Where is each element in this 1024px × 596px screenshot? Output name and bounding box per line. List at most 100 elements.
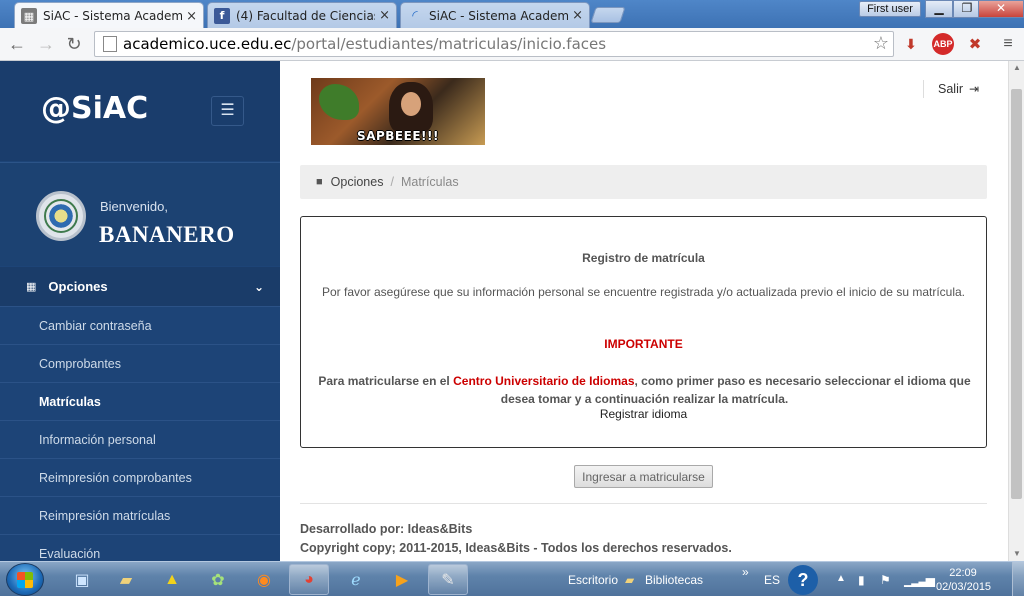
download-extension-icon[interactable]: ⬇	[900, 33, 922, 55]
desktop-toolbar-label[interactable]: Escritorio	[568, 573, 618, 587]
help-icon[interactable]: ?	[788, 565, 818, 595]
sidebar-item-label: Evaluación	[39, 546, 101, 561]
tab-facebook[interactable]: f (4) Facultad de Ciencias Pol ×	[207, 2, 397, 28]
reload-icon[interactable]: ↻	[63, 33, 85, 55]
sidebar-item-comprobantes[interactable]: Comprobantes	[0, 345, 280, 383]
network-app-icon[interactable]: ▣	[62, 564, 102, 595]
register-language-link[interactable]: Registrar idioma	[301, 407, 986, 421]
breadcrumb: ■ Opciones / Matrículas	[300, 165, 987, 199]
tray-flag-icon[interactable]: ⚑	[880, 573, 891, 587]
extension-icon[interactable]: ✖	[964, 33, 986, 55]
page-icon	[103, 36, 117, 52]
username: BANANERO	[99, 222, 235, 247]
user-panel: Bienvenido, BANANERO	[0, 162, 280, 266]
footer: Desarrollado por: Ideas&Bits Copyright c…	[300, 520, 732, 558]
windows-logo-icon	[17, 571, 33, 588]
page-viewport: @SiAC ☰ Bienvenido, BANANERO ▦ Opciones …	[0, 61, 1024, 561]
vertical-scrollbar[interactable]: ▲ ▼	[1008, 61, 1024, 561]
language-indicator[interactable]: ES	[764, 573, 780, 587]
toolbar-expand-icon[interactable]: »	[742, 565, 749, 579]
url-host: academico.uce.edu.ec	[123, 35, 292, 53]
hazard-app-icon[interactable]: ▲	[152, 564, 192, 595]
brand-bar: @SiAC ☰	[0, 61, 280, 161]
footer-developer: Desarrollado por: Ideas&Bits	[300, 522, 473, 536]
menu-icon[interactable]: ≡	[997, 33, 1019, 55]
forward-arrow-icon[interactable]: →	[35, 33, 57, 55]
logout-link[interactable]: Salir ⇥	[923, 80, 979, 98]
divider	[300, 503, 987, 504]
sidebar-item-cambiar-contrasena[interactable]: Cambiar contraseña	[0, 307, 280, 345]
browser-toolbar: ← → ↻ academico.uce.edu.ec/portal/estudi…	[0, 28, 1024, 61]
bookmark-star-icon[interactable]: ☆	[873, 33, 889, 54]
clock-date: 02/03/2015	[936, 581, 992, 593]
media-player-icon[interactable]: ▶	[382, 564, 422, 595]
tray-device-icon[interactable]: ▮	[858, 573, 865, 587]
sidebar-item-label: Reimpresión comprobantes	[39, 470, 192, 485]
important-label: IMPORTANTE	[604, 337, 683, 351]
enroll-button[interactable]: Ingresar a matricularse	[574, 465, 713, 488]
tab-label: (4) Facultad de Ciencias Pol	[236, 8, 376, 23]
sidebar-item-label: Reimpresión matrículas	[39, 508, 171, 523]
new-tab-button[interactable]	[590, 7, 626, 23]
sidebar-menu: ▦ Opciones ⌄ Cambiar contraseña Comproba…	[0, 267, 280, 561]
close-tab-icon[interactable]: ×	[186, 9, 197, 24]
sidebar-item-label: Matrículas	[39, 394, 101, 409]
siac-favicon-icon: ▦	[21, 8, 37, 24]
banner-caption: SAPBEEE!!!	[357, 129, 439, 143]
menu-header-label: Opciones	[48, 279, 108, 294]
minimize-icon[interactable]: ▁	[925, 0, 953, 18]
sidebar-item-matriculas[interactable]: Matrículas	[0, 383, 280, 421]
folder-app-icon[interactable]: ▰	[106, 564, 146, 595]
sidebar-item-reimpresion-comprobantes[interactable]: Reimpresión comprobantes	[0, 459, 280, 497]
loading-spinner-icon: ◜	[412, 7, 418, 24]
signal-strength-icon[interactable]: ▁▂▃▅	[904, 573, 935, 587]
system-clock[interactable]: 22:09 02/03/2015	[936, 566, 992, 594]
close-tab-icon[interactable]: ×	[379, 8, 390, 23]
start-button[interactable]	[6, 563, 44, 596]
menu-header-opciones[interactable]: ▦ Opciones ⌄	[0, 267, 280, 307]
sidebar-item-reimpresion-matriculas[interactable]: Reimpresión matrículas	[0, 497, 280, 535]
tab-siac-active[interactable]: ▦ SiAC - Sistema Academico ×	[14, 2, 204, 29]
tab-siac-loading[interactable]: ◜ SiAC - Sistema Academico ×	[400, 2, 590, 28]
scroll-up-icon[interactable]: ▲	[1009, 61, 1024, 75]
close-tab-icon[interactable]: ×	[572, 8, 583, 23]
sidebar-item-evaluacion[interactable]: Evaluación	[0, 535, 280, 561]
libraries-folder-icon: ▰	[625, 573, 635, 587]
green-app-icon[interactable]: ✿	[198, 564, 238, 595]
sidebar: @SiAC ☰ Bienvenido, BANANERO ▦ Opciones …	[0, 61, 280, 561]
logout-label: Salir	[938, 82, 964, 96]
tab-label: SiAC - Sistema Academico	[43, 9, 183, 23]
scroll-down-icon[interactable]: ▼	[1009, 547, 1024, 561]
maximize-icon[interactable]: ❐	[953, 0, 981, 18]
breadcrumb-current: Matrículas	[400, 175, 459, 189]
close-window-icon[interactable]: ✕	[978, 0, 1024, 18]
back-arrow-icon[interactable]: ←	[6, 33, 28, 55]
welcome-text: Bienvenido,	[100, 199, 168, 214]
folder-icon: ■	[316, 176, 323, 188]
clock-time: 22:09	[949, 567, 977, 579]
sidebar-item-label: Información personal	[39, 432, 156, 447]
brand-logo[interactable]: @SiAC	[41, 91, 148, 126]
scrollbar-thumb[interactable]	[1011, 89, 1022, 499]
sidebar-item-informacion-personal[interactable]: Información personal	[0, 421, 280, 459]
show-desktop-button[interactable]	[1012, 562, 1024, 596]
paint-app-icon[interactable]: ✎	[428, 564, 468, 595]
adblock-icon[interactable]: ABP	[932, 33, 954, 55]
tray-expand-icon[interactable]: ▲	[836, 573, 846, 584]
breadcrumb-root[interactable]: Opciones	[331, 175, 384, 189]
url-path: /portal/estudiantes/matriculas/inicio.fa…	[291, 35, 607, 53]
firefox-icon[interactable]: ◉	[244, 564, 284, 595]
windows-taskbar: ▣ ▰ ▲ ✿ ◉ ◕ ℯ ▶ ✎ Escritorio ▰ Bibliotec…	[0, 561, 1024, 596]
address-bar[interactable]: academico.uce.edu.ec/portal/estudiantes/…	[94, 31, 894, 57]
panel-info-text: Por favor asegúrese que su información p…	[321, 285, 966, 299]
breadcrumb-separator: /	[390, 175, 394, 189]
internet-explorer-icon[interactable]: ℯ	[336, 564, 376, 595]
main-content: SAPBEEE!!! Salir ⇥ ■ Opciones / Matrícul…	[280, 61, 1008, 561]
instruction-pre: Para matricularse en el	[318, 374, 454, 388]
profile-button[interactable]: First user	[859, 1, 921, 17]
hamburger-menu-icon[interactable]: ☰	[211, 96, 244, 126]
libraries-label[interactable]: Bibliotecas	[645, 573, 703, 587]
header-banner-image: SAPBEEE!!!	[311, 78, 485, 145]
chrome-icon[interactable]: ◕	[289, 564, 329, 595]
url-text[interactable]: academico.uce.edu.ec/portal/estudiantes/…	[123, 35, 606, 53]
